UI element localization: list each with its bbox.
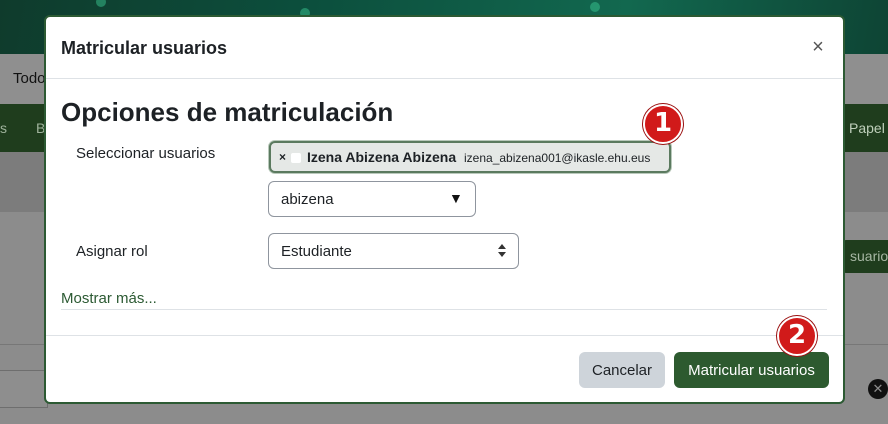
- banner-decoration: [96, 0, 106, 7]
- background-topbar-text: Todo: [13, 70, 46, 87]
- background-nav-item: Papel: [849, 120, 885, 136]
- modal-title: Matricular usuarios: [61, 38, 228, 58]
- modal-header: Matricular usuarios ×: [46, 17, 843, 79]
- callout-badge: 2: [777, 316, 817, 356]
- user-search-input[interactable]: [270, 183, 440, 215]
- user-avatar: [291, 153, 301, 163]
- select-users-label: Seleccionar usuarios: [76, 145, 216, 162]
- callout-badge: 1: [643, 104, 683, 144]
- modal-footer-divider: [46, 335, 843, 336]
- section-title: Opciones de matriculación: [61, 97, 394, 127]
- selected-user-email: izena_abizena001@ikasle.ehu.eus: [464, 151, 651, 165]
- background-clear-icon: ✕: [868, 379, 888, 399]
- role-select[interactable]: Estudiante: [268, 233, 519, 269]
- select-arrows-icon: [498, 241, 508, 261]
- background-nav-item: s: [0, 120, 7, 136]
- assign-role-label: Asignar rol: [76, 243, 148, 260]
- close-icon[interactable]: ×: [808, 35, 828, 59]
- enrol-users-modal: Matricular usuarios × Opciones de matric…: [44, 15, 845, 404]
- dropdown-caret-icon[interactable]: ▼: [449, 190, 463, 206]
- role-select-value: Estudiante: [281, 243, 352, 260]
- enrol-users-button[interactable]: Matricular usuarios: [674, 352, 829, 388]
- selected-user-chip[interactable]: × Izena Abizena Abizena izena_abizena001…: [269, 141, 671, 173]
- divider: [61, 309, 827, 310]
- background-input: [0, 370, 48, 408]
- selected-user-name: Izena Abizena Abizena: [307, 149, 457, 165]
- user-search-field[interactable]: ▼: [268, 181, 476, 217]
- banner-decoration: [590, 2, 600, 12]
- remove-user-icon[interactable]: ×: [279, 150, 286, 164]
- cancel-button[interactable]: Cancelar: [579, 352, 665, 388]
- background-enrol-button: suarios: [842, 240, 888, 273]
- show-more-link[interactable]: Mostrar más...: [61, 290, 157, 307]
